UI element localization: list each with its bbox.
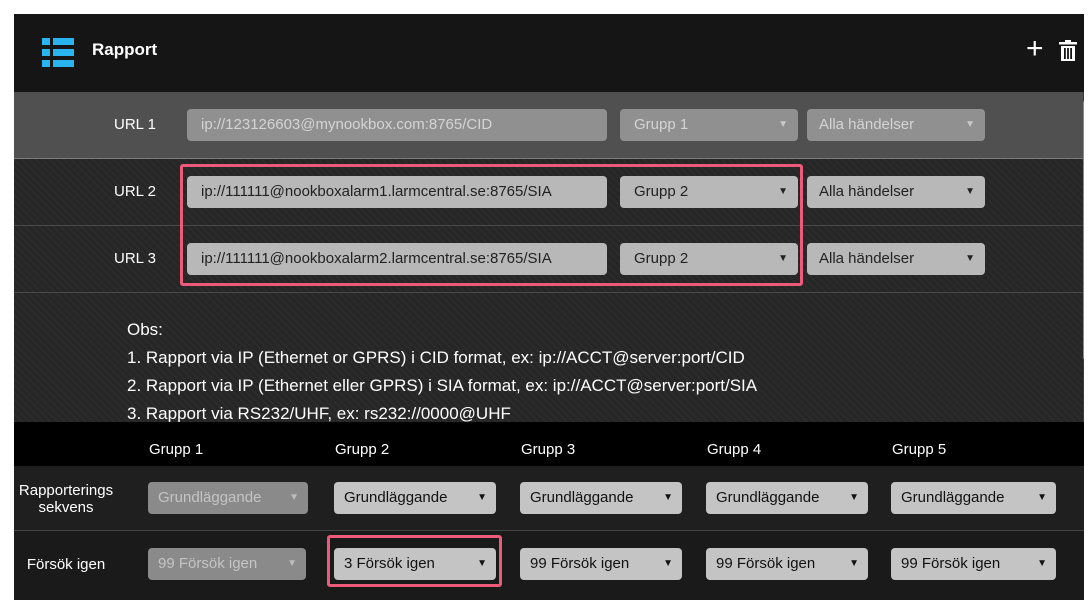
event-select-value: Alla händelser xyxy=(819,116,915,133)
group-header: Grupp 5 xyxy=(892,441,947,458)
sequence-select-value: Grundläggande xyxy=(344,489,448,506)
retry-select[interactable]: 99 Försök igen ▼ xyxy=(520,548,682,580)
group-select[interactable]: Grupp 1 ▼ xyxy=(620,109,798,141)
panel-header: Rapport + xyxy=(14,14,1084,92)
dropdown-arrow-icon: ▼ xyxy=(778,119,788,130)
retry-row: Försök igen 99 Försök igen ▼ 3 Försök ig… xyxy=(14,531,1084,600)
group-header: Grupp 1 xyxy=(149,441,204,458)
group-select-value: Grupp 1 xyxy=(634,116,689,133)
dropdown-arrow-icon: ▼ xyxy=(663,558,673,569)
retry-select[interactable]: 99 Försök igen ▼ xyxy=(891,548,1056,580)
dropdown-arrow-icon: ▼ xyxy=(477,492,487,503)
group-select[interactable]: Grupp 2 ▼ xyxy=(620,176,798,208)
dropdown-arrow-icon: ▼ xyxy=(1037,558,1047,569)
url-row: URL 3 ip://111111@nookboxalarm2.larmcent… xyxy=(14,226,1084,293)
dropdown-arrow-icon: ▼ xyxy=(289,492,299,503)
retry-select[interactable]: 3 Försök igen ▼ xyxy=(334,548,496,580)
url-label: URL 3 xyxy=(114,250,156,267)
row-label: Försök igen xyxy=(26,556,106,573)
row-label: Rapporterings sekvens xyxy=(18,482,114,516)
event-select-value: Alla händelser xyxy=(819,250,915,267)
dropdown-arrow-icon: ▼ xyxy=(778,186,788,197)
retry-select-value: 99 Försök igen xyxy=(530,555,630,572)
url-row: URL 2 ip://111111@nookboxalarm1.larmcent… xyxy=(14,159,1084,226)
group-header: Grupp 4 xyxy=(707,441,762,458)
url-settings-area: URL 1 ip://123126603@mynookbox.com:8765/… xyxy=(14,92,1084,423)
dropdown-arrow-icon: ▼ xyxy=(965,119,975,130)
list-icon xyxy=(42,38,74,68)
dropdown-arrow-icon: ▼ xyxy=(663,492,673,503)
group-select[interactable]: Grupp 2 ▼ xyxy=(620,243,798,275)
notes-heading: Obs: xyxy=(127,320,163,339)
group-header: Grupp 3 xyxy=(521,441,576,458)
group-select-value: Grupp 2 xyxy=(634,183,689,200)
sequence-select[interactable]: Grundläggande ▼ xyxy=(148,482,308,514)
dropdown-arrow-icon: ▼ xyxy=(287,558,297,569)
sequence-select-value: Grundläggande xyxy=(530,489,634,506)
dropdown-arrow-icon: ▼ xyxy=(477,558,487,569)
retry-select[interactable]: 99 Försök igen ▼ xyxy=(148,548,306,580)
dropdown-arrow-icon: ▼ xyxy=(849,558,859,569)
panel-title: Rapport xyxy=(92,40,158,59)
retry-select-value: 99 Försök igen xyxy=(716,555,816,572)
scrollbar-thumb[interactable] xyxy=(1083,100,1084,360)
sequence-select[interactable]: Grundläggande ▼ xyxy=(891,482,1056,514)
sequence-select-value: Grundläggande xyxy=(158,489,262,506)
reporting-sequence-row: Rapporterings sekvens Grundläggande ▼ Gr… xyxy=(14,466,1084,531)
note-line: 2. Rapport via IP (Ethernet eller GPRS) … xyxy=(127,376,758,395)
retry-select-value: 99 Försök igen xyxy=(158,555,258,572)
url-input[interactable]: ip://111111@nookboxalarm1.larmcentral.se… xyxy=(187,176,607,208)
sequence-select-value: Grundläggande xyxy=(716,489,820,506)
group-header-row: Grupp 1 Grupp 2 Grupp 3 Grupp 4 Grupp 5 xyxy=(14,422,1084,466)
event-select[interactable]: Alla händelser ▼ xyxy=(807,176,985,208)
dropdown-arrow-icon: ▼ xyxy=(849,492,859,503)
sequence-select-value: Grundläggande xyxy=(901,489,1005,506)
rapport-panel: Rapport + URL 1 ip://123126603@mynookbox… xyxy=(14,14,1084,600)
sequence-select[interactable]: Grundläggande ▼ xyxy=(520,482,682,514)
sequence-select[interactable]: Grundläggande ▼ xyxy=(334,482,496,514)
url-input[interactable]: ip://123126603@mynookbox.com:8765/CID xyxy=(187,109,607,141)
dropdown-arrow-icon: ▼ xyxy=(965,186,975,197)
url-row: URL 1 ip://123126603@mynookbox.com:8765/… xyxy=(14,92,1084,159)
url-input[interactable]: ip://111111@nookboxalarm2.larmcentral.se… xyxy=(187,243,607,275)
group-select-value: Grupp 2 xyxy=(634,250,689,267)
group-header: Grupp 2 xyxy=(335,441,390,458)
url-label: URL 1 xyxy=(114,116,156,133)
retry-select[interactable]: 99 Försök igen ▼ xyxy=(706,548,868,580)
event-select-value: Alla händelser xyxy=(819,183,915,200)
note-line: 1. Rapport via IP (Ethernet or GPRS) i C… xyxy=(127,348,745,367)
retry-select-value: 3 Försök igen xyxy=(344,555,435,572)
note-line: 3. Rapport via RS232/UHF, ex: rs232://00… xyxy=(127,404,511,423)
dropdown-arrow-icon: ▼ xyxy=(778,253,788,264)
trash-icon[interactable] xyxy=(1059,40,1077,62)
retry-select-value: 99 Försök igen xyxy=(901,555,1001,572)
sequence-select[interactable]: Grundläggande ▼ xyxy=(706,482,868,514)
event-select[interactable]: Alla händelser ▼ xyxy=(807,109,985,141)
url-label: URL 2 xyxy=(114,183,156,200)
dropdown-arrow-icon: ▼ xyxy=(1037,492,1047,503)
dropdown-arrow-icon: ▼ xyxy=(965,253,975,264)
event-select[interactable]: Alla händelser ▼ xyxy=(807,243,985,275)
plus-icon[interactable]: + xyxy=(1026,34,1044,64)
